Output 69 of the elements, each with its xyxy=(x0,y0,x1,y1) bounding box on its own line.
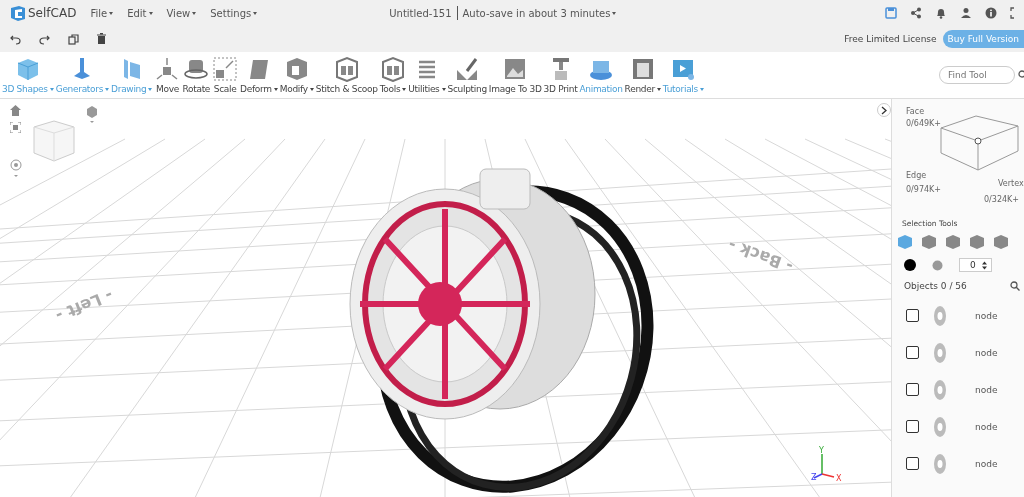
toolbar-button[interactable]: Image To 3D xyxy=(487,56,543,94)
menu-item[interactable]: Settings xyxy=(210,7,258,19)
compass-icon[interactable] xyxy=(10,159,22,179)
redo-icon[interactable] xyxy=(39,33,50,45)
menu-item[interactable]: File xyxy=(90,7,114,19)
selection-mode-icon[interactable] xyxy=(993,234,1009,250)
fit-view-icon[interactable] xyxy=(10,122,21,133)
share-icon[interactable] xyxy=(910,7,922,19)
copy-icon[interactable] xyxy=(68,33,79,45)
chevron-right-icon xyxy=(881,105,887,115)
object-checkbox[interactable] xyxy=(906,420,919,433)
toolbar-button[interactable]: 3D Print xyxy=(542,56,579,94)
trash-icon[interactable] xyxy=(97,32,106,46)
info-icon[interactable] xyxy=(985,7,997,19)
menu-item[interactable]: View xyxy=(166,7,197,19)
axes-indicator: X Y Z xyxy=(810,444,850,484)
object-name[interactable]: node xyxy=(975,347,998,358)
search-icon[interactable] xyxy=(1010,281,1020,291)
box-icon xyxy=(333,56,360,82)
logo-icon xyxy=(10,5,26,21)
spinner-arrows-icon xyxy=(981,260,987,270)
find-tool-field[interactable]: Find Tool xyxy=(939,66,1015,84)
toolbar-button[interactable]: Rotate xyxy=(181,56,212,94)
selection-mode-icon[interactable] xyxy=(945,234,961,250)
floor-label: - Left - xyxy=(52,285,116,326)
vertex-label[interactable]: Vertex xyxy=(998,179,1024,188)
save-icon[interactable] xyxy=(885,7,897,19)
toolbar-button[interactable]: Sculpting xyxy=(446,56,488,94)
toolbar-button[interactable]: Stitch & Scoop xyxy=(314,56,379,94)
vertex-count: 0/324K+ xyxy=(984,195,1019,204)
toolbar-button[interactable]: Scale xyxy=(211,56,240,94)
undo-icon[interactable] xyxy=(10,33,21,45)
autosave-status[interactable]: Auto-save in about 3 minutes xyxy=(462,7,617,19)
bell-icon[interactable] xyxy=(935,7,947,19)
toolbar-button[interactable]: Utilities xyxy=(407,56,447,94)
user-icon[interactable] xyxy=(960,7,972,19)
menu-item[interactable]: Edit xyxy=(127,7,153,19)
object-name[interactable]: node xyxy=(975,421,998,432)
toolbar-button[interactable]: Tools xyxy=(378,56,408,94)
edge-count: 0/974K+ xyxy=(906,185,941,194)
toolbar-button[interactable]: Deform xyxy=(239,56,279,94)
selection-mode-icon[interactable] xyxy=(921,234,937,250)
object-name[interactable]: node xyxy=(975,384,998,395)
face-count: 0/649K+ xyxy=(906,119,941,128)
app-name: SelfCAD xyxy=(28,6,77,20)
box-icon xyxy=(380,56,406,82)
object-checkbox[interactable] xyxy=(906,383,919,396)
face-label[interactable]: Face xyxy=(906,107,925,116)
toolbar-button[interactable]: Modify xyxy=(278,56,315,94)
scale-icon xyxy=(212,56,239,82)
object-checkbox[interactable] xyxy=(906,346,919,359)
license-label: Free Limited License xyxy=(844,34,937,44)
collapse-panel-button[interactable] xyxy=(877,103,891,117)
texture-icon[interactable] xyxy=(932,259,943,271)
document-title: Untitled-151 xyxy=(389,7,452,19)
object-checkbox[interactable] xyxy=(906,457,919,470)
object-checkbox[interactable] xyxy=(906,309,919,322)
perspective-icon[interactable] xyxy=(86,105,98,125)
object-name[interactable]: node xyxy=(975,458,998,469)
toolbar-button[interactable]: Move xyxy=(153,56,182,94)
color-swatch[interactable] xyxy=(904,259,916,271)
toolbar-button[interactable]: Render xyxy=(623,56,662,94)
selection-mode-icon[interactable] xyxy=(969,234,985,250)
number-spinner[interactable]: 0 xyxy=(959,258,992,272)
objects-count: Objects 0 / 56 xyxy=(904,281,967,291)
home-icon[interactable] xyxy=(10,105,21,116)
object-name[interactable]: node xyxy=(975,310,998,321)
edge-label[interactable]: Edge xyxy=(906,171,927,180)
floor-label: - Back - xyxy=(725,235,796,277)
